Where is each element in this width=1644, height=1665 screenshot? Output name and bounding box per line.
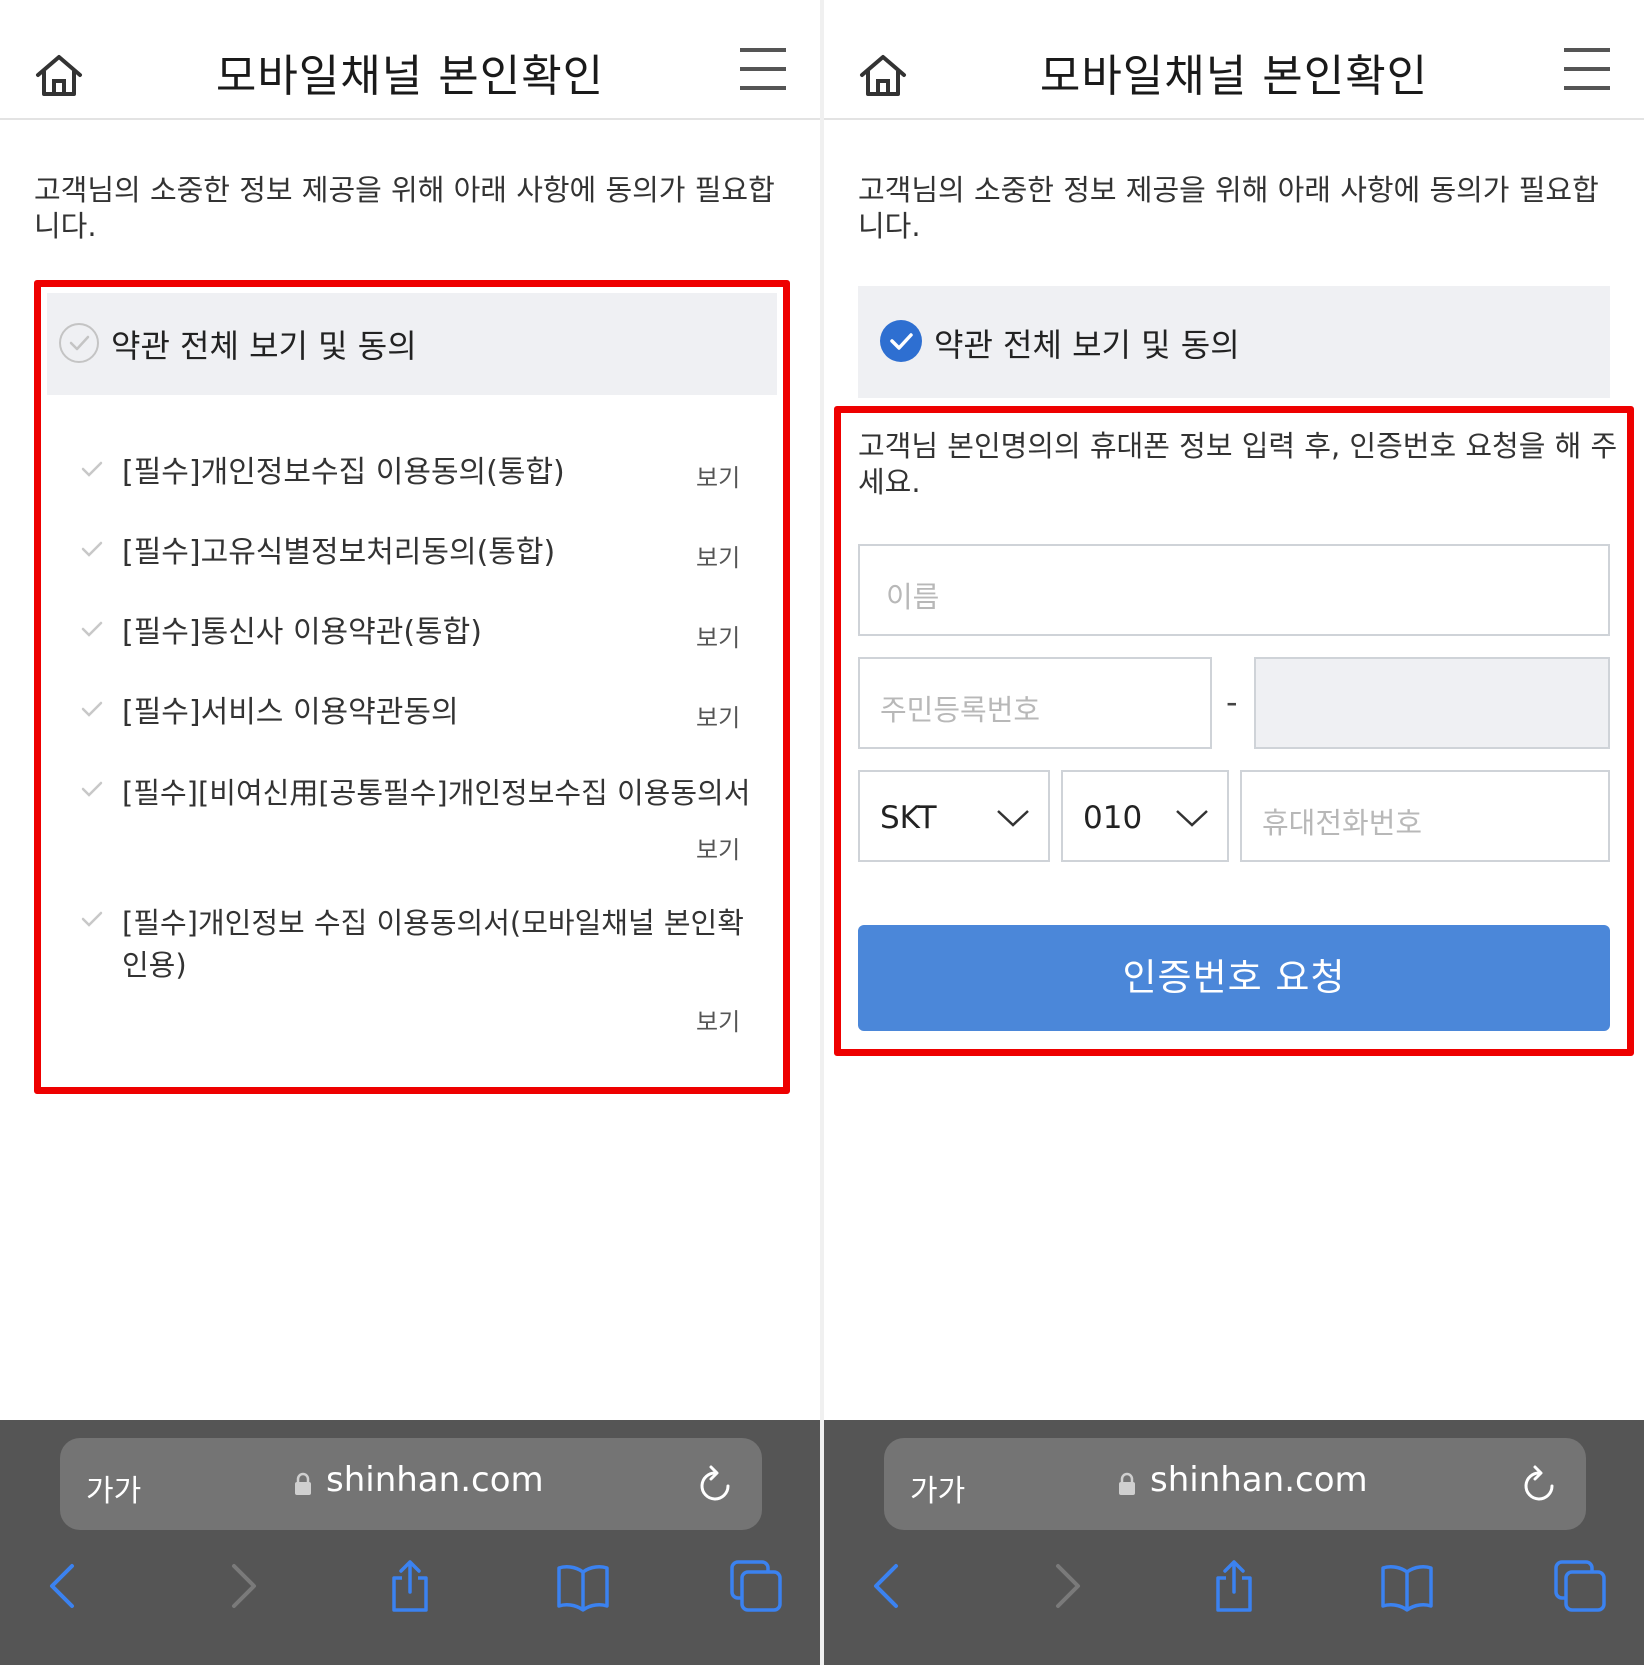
check-circle-icon[interactable] bbox=[880, 320, 922, 362]
request-code-button[interactable]: 인증번호 요청 bbox=[858, 925, 1610, 1031]
term-row[interactable]: [필수]개인정보 수집 이용동의서(모바일채널 본인확인용) 보기 bbox=[72, 902, 752, 1042]
term-label: [필수]고유식별정보처리동의(통합) bbox=[122, 535, 556, 570]
check-circle-icon[interactable] bbox=[59, 323, 99, 363]
browser-toolbar: 가가 shinhan.com bbox=[0, 1420, 820, 1665]
check-icon bbox=[81, 461, 103, 477]
app-header: 모바일채널 본인확인 bbox=[0, 0, 820, 120]
forward-icon[interactable] bbox=[212, 1558, 268, 1614]
chevron-down-icon bbox=[1176, 810, 1208, 827]
term-row[interactable]: [필수][비여신用[공통필수]개인정보수집 이용동의서 보기 bbox=[72, 772, 752, 872]
url-text[interactable]: shinhan.com bbox=[1150, 1460, 1368, 1500]
term-label: [필수]개인정보 수집 이용동의서(모바일채널 본인확인용) bbox=[122, 906, 744, 982]
check-icon bbox=[81, 781, 103, 797]
view-link[interactable]: 보기 bbox=[696, 458, 740, 493]
term-row[interactable]: [필수]고유식별정보처리동의(통합) 보기 bbox=[72, 532, 752, 592]
chevron-down-icon bbox=[997, 810, 1029, 827]
browser-toolbar: 가가 shinhan.com bbox=[824, 1420, 1644, 1665]
agree-all-label: 약관 전체 보기 및 동의 bbox=[934, 326, 1240, 364]
text-size-button[interactable]: 가가 bbox=[86, 1466, 141, 1510]
agree-all-row[interactable]: 약관 전체 보기 및 동의 bbox=[858, 286, 1610, 398]
name-input[interactable]: 이름 bbox=[858, 544, 1610, 636]
view-link[interactable]: 보기 bbox=[696, 618, 740, 653]
check-icon bbox=[81, 621, 103, 637]
intro-text: 고객님의 소중한 정보 제공을 위해 아래 사항에 동의가 필요합니다. bbox=[34, 173, 775, 243]
term-row[interactable]: [필수]통신사 이용약관(통합) 보기 bbox=[72, 612, 752, 672]
menu-icon[interactable] bbox=[740, 48, 786, 92]
page-title: 모바일채널 본인확인 bbox=[1039, 51, 1429, 102]
screen-terms-agreement: 모바일채널 본인확인 고객님의 소중한 정보 제공을 위해 아래 사항에 동의가… bbox=[0, 0, 820, 1665]
rrn-back-input[interactable] bbox=[1254, 657, 1610, 749]
carrier-select[interactable]: SKT bbox=[858, 770, 1050, 862]
bookmarks-icon[interactable] bbox=[555, 1558, 611, 1614]
reload-icon[interactable] bbox=[696, 1462, 736, 1506]
term-label: [필수]통신사 이용약관(통합) bbox=[122, 615, 482, 650]
screen-identity-verification: 모바일채널 본인확인 고객님의 소중한 정보 제공을 위해 아래 사항에 동의가… bbox=[824, 0, 1644, 1665]
view-link[interactable]: 보기 bbox=[696, 1002, 740, 1037]
page-title: 모바일채널 본인확인 bbox=[215, 51, 605, 102]
view-link[interactable]: 보기 bbox=[696, 538, 740, 573]
lock-icon bbox=[1119, 1472, 1135, 1495]
share-icon[interactable] bbox=[382, 1558, 438, 1614]
view-link[interactable]: 보기 bbox=[696, 698, 740, 733]
check-icon bbox=[81, 911, 103, 927]
app-header: 모바일채널 본인확인 bbox=[824, 0, 1644, 120]
rrn-separator: - bbox=[1226, 683, 1238, 721]
tabs-icon[interactable] bbox=[1552, 1558, 1608, 1614]
menu-icon[interactable] bbox=[1564, 48, 1610, 92]
address-bar[interactable]: 가가 shinhan.com bbox=[884, 1438, 1586, 1530]
bookmarks-icon[interactable] bbox=[1379, 1558, 1435, 1614]
check-icon bbox=[81, 701, 103, 717]
agree-all-label: 약관 전체 보기 및 동의 bbox=[111, 327, 417, 365]
text-size-button[interactable]: 가가 bbox=[910, 1466, 965, 1510]
term-label: [필수]개인정보수집 이용동의(통합) bbox=[122, 455, 565, 490]
address-bar[interactable]: 가가 shinhan.com bbox=[60, 1438, 762, 1530]
tabs-icon[interactable] bbox=[728, 1558, 784, 1614]
back-icon[interactable] bbox=[862, 1558, 918, 1614]
forward-icon[interactable] bbox=[1036, 1558, 1092, 1614]
share-icon[interactable] bbox=[1206, 1558, 1262, 1614]
check-icon bbox=[81, 541, 103, 557]
back-icon[interactable] bbox=[38, 1558, 94, 1614]
term-label: [필수]서비스 이용약관동의 bbox=[122, 695, 459, 730]
phone-number-input[interactable]: 휴대전화번호 bbox=[1240, 770, 1610, 862]
lock-icon bbox=[295, 1472, 311, 1495]
phone-prefix-select[interactable]: 010 bbox=[1061, 770, 1229, 862]
view-link[interactable]: 보기 bbox=[696, 830, 740, 865]
agree-all-row[interactable]: 약관 전체 보기 및 동의 bbox=[47, 293, 777, 395]
term-row[interactable]: [필수]개인정보수집 이용동의(통합) 보기 bbox=[72, 452, 752, 512]
intro-text: 고객님의 소중한 정보 제공을 위해 아래 사항에 동의가 필요합니다. bbox=[858, 173, 1599, 243]
url-text[interactable]: shinhan.com bbox=[326, 1460, 544, 1500]
term-row[interactable]: [필수]서비스 이용약관동의 보기 bbox=[72, 692, 752, 752]
term-label: [필수][비여신用[공통필수]개인정보수집 이용동의서 bbox=[122, 776, 751, 810]
instruction-text: 고객님 본인명의의 휴대폰 정보 입력 후, 인증번호 요청을 해 주세요. bbox=[858, 429, 1618, 499]
reload-icon[interactable] bbox=[1520, 1462, 1560, 1506]
rrn-front-input[interactable]: 주민등록번호 bbox=[858, 657, 1212, 749]
